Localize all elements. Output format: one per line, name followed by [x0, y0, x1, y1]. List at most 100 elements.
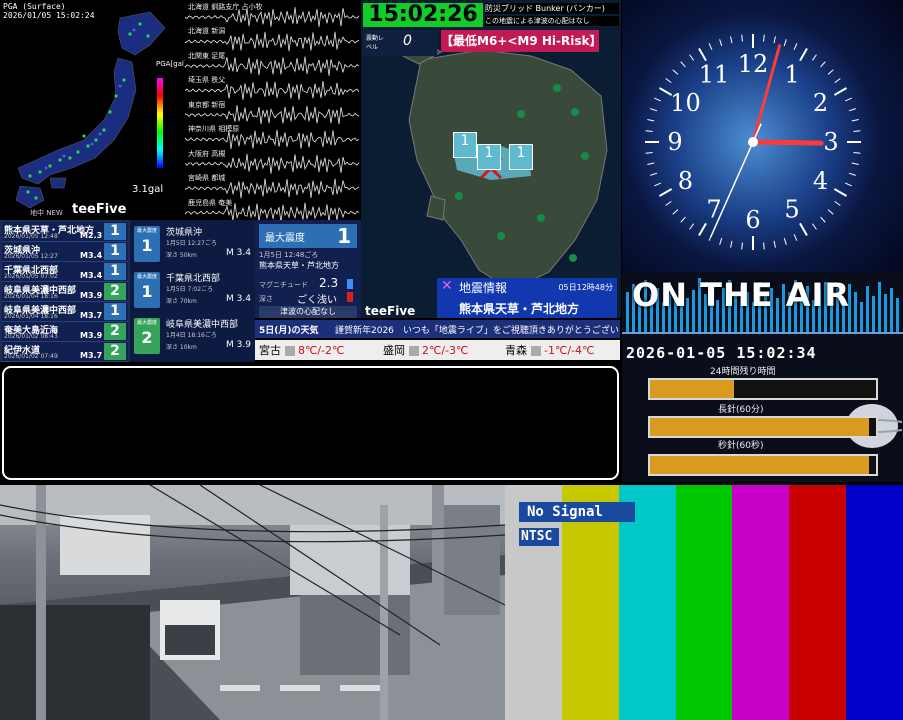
eq-list-row[interactable]: 熊本県天草・芦北地方 2026/01/05 12:48 M2.3 1 — [2, 222, 128, 242]
pga-map-panel: PGA (Surface) 2026/01/05 15:02:24 PGA[ga… — [0, 0, 185, 220]
pga-unit: PGA[gal] — [156, 60, 185, 68]
eq-detail-item[interactable]: 最大震度 2 岐阜県美濃中西部 1月4日 18:16ごろ 深さ 10km M 3.9 — [132, 314, 253, 359]
eq-list-row[interactable]: 岐阜県美濃中西部 2026/01/04 18:16 M3.9 2 — [2, 282, 128, 302]
eq-list-row[interactable]: 奄美大島近海 2026/01/02 08:43 M3.9 2 — [2, 322, 128, 342]
eq-detail-region: 岐阜県美濃中西部 — [166, 320, 239, 330]
color-bar — [846, 485, 903, 720]
clock-tick — [708, 43, 713, 50]
clock-tick — [719, 237, 723, 245]
clock-tick — [763, 34, 765, 42]
clock-tick — [820, 216, 826, 223]
shindo-value: 1 — [141, 282, 153, 301]
clock-tick — [719, 39, 723, 47]
shindo-value: 1 — [141, 236, 153, 255]
station-label: 大阪府 高槻 — [188, 149, 226, 158]
clock-tick — [650, 108, 658, 112]
station-label: 北関東 足尾 — [188, 51, 226, 60]
clock-tick — [730, 240, 733, 248]
eq-list-row[interactable]: 茨城県沖 2026/01/05 12:27 M3.4 1 — [2, 242, 128, 262]
eq-magnitude: M3.7 — [80, 311, 103, 320]
clock-tick — [799, 222, 808, 237]
clock-numeral: 8 — [678, 167, 693, 195]
kyushu-logo: teeFive — [365, 304, 416, 318]
shindo-label: 最大震度 — [136, 320, 157, 326]
eq-detail-item[interactable]: 最大震度 1 千葉県北西部 1月5日 7:02ごろ 深さ 70km M 3.4 — [132, 268, 253, 313]
clock-numeral: 9 — [667, 128, 682, 156]
eq-time: 2026/01/05 07:02 — [4, 273, 58, 280]
clock-tick — [773, 36, 776, 44]
eq-list-row[interactable]: 岐阜県美濃中西部 2026/01/04 18:16 M3.7 1 — [2, 302, 128, 322]
eq-time: 2026/01/05 12:27 — [4, 253, 58, 260]
clock-tick — [645, 130, 653, 132]
eq-detail-time: 1月5日 12:27ごろ — [166, 240, 217, 247]
clock-tick — [853, 152, 861, 154]
clock-tick — [698, 222, 707, 237]
message-box — [2, 366, 619, 480]
max-intensity-time: 1月5日 12:48ごろ — [259, 251, 319, 259]
station-label: 北海道 釧路支庁 占小牧 — [188, 3, 263, 11]
hour-hand — [750, 139, 824, 146]
city-temp: 2℃/-3℃ — [422, 344, 469, 357]
level-box: 震動レベル 0 — [363, 30, 437, 56]
clock-tick — [848, 108, 856, 112]
depth-value: ごく浅い — [297, 295, 337, 306]
clock-tick — [689, 223, 695, 230]
color-bar — [789, 485, 848, 720]
cloud-icon — [408, 346, 419, 356]
eq-list-row[interactable]: 紀伊水道 2026/01/02 07:49 M3.7 2 — [2, 342, 128, 362]
camera-scene — [0, 485, 505, 720]
level-value: 0 — [403, 33, 412, 49]
clock-tick — [741, 34, 743, 42]
eq-detail-depth: 深さ 10km — [166, 344, 197, 351]
eq-detail-region: 千葉県北西部 — [166, 274, 221, 284]
clock-tick — [698, 47, 707, 62]
tsunami-note: 津波の心配なし — [259, 306, 357, 318]
clock-tick — [654, 97, 661, 102]
eq-detail-magnitude: M 3.4 — [226, 248, 251, 258]
city-morioka: 盛岡 2℃/-3℃ — [383, 342, 468, 358]
eq-shindo-badge: 2 — [104, 283, 126, 300]
max-intensity-header: 最大震度 1 — [259, 224, 357, 248]
clock-tick — [834, 78, 841, 84]
clock-face: 12 1234567891011 — [645, 34, 861, 250]
progress-second-fill — [650, 456, 870, 474]
clock-tick — [783, 39, 787, 47]
clock-tick — [834, 200, 841, 206]
pga-max-value: 3.1gal — [132, 184, 164, 195]
station-label: 北海道 新潟 — [188, 27, 226, 36]
clock-tick — [647, 119, 655, 122]
clock-numeral: 5 — [784, 196, 799, 224]
max-intensity-value: 1 — [337, 224, 351, 248]
clock-tick — [793, 234, 798, 241]
on-air-datetime: 2026-01-05 15:02:34 — [626, 344, 817, 362]
eq-detail-item[interactable]: 最大震度 1 茨城県沖 1月5日 12:27ごろ 深さ 50km M 3.4 — [132, 222, 253, 267]
bar-label-second: 秒針(60秒) — [718, 441, 764, 451]
clock-numeral: 1 — [784, 60, 799, 88]
eq-shindo-badge: 1 — [104, 223, 126, 240]
clock-tick — [650, 172, 658, 176]
earthquake-history-list: 熊本県天草・芦北地方 2026/01/05 12:48 M2.3 1 茨城県沖 2026/… — [0, 220, 130, 362]
progress-minute — [648, 416, 878, 438]
shindo-badge: 最大震度 2 — [134, 318, 160, 354]
eq-shindo-badge: 2 — [104, 323, 126, 340]
magnitude-label: マグニチュード — [259, 281, 308, 289]
marker-2: 1 — [477, 144, 501, 170]
clock-tick — [811, 223, 817, 230]
divider — [622, 332, 903, 334]
clock-tick — [672, 209, 679, 215]
eq-list-row[interactable]: 千葉県北西部 2026/01/05 07:02 M3.4 1 — [2, 262, 128, 282]
clock-tick — [845, 182, 852, 187]
magnitude-badge — [347, 279, 353, 289]
weather-cities: 宮古 8℃/-2℃ 盛岡 2℃/-3℃ 青森 -1℃/-4℃ — [255, 340, 620, 360]
clock-tick — [820, 61, 826, 68]
eq-magnitude: M2.3 — [80, 231, 103, 240]
tsunami-note: この地震による津波の心配はなし — [485, 16, 619, 26]
kyushu-map-panel: 15:02:26 防災ブリッド Bunker (バンカー) この地震による津波の… — [361, 0, 621, 318]
seismogram-panel: 北海道 釧路支庁 占小牧 北海道 新潟 北関東 足尾 埼玉県 秩父 東京都 新宿 神奈川県… — [185, 0, 360, 220]
clock-tick — [811, 54, 817, 61]
weather-date: 5日(月)の天気 — [259, 326, 319, 336]
depth-badge — [347, 292, 353, 302]
analog-clock-panel: 12 1 2 3 4 5 6 7 8 9 10 11 — [622, 0, 903, 272]
weather-ticker: 謹賀新年2026 いつも「地震ライブ」をご視聴頂きありがとうございます! — [335, 326, 620, 336]
shindo-badge: 最大震度 1 — [134, 226, 160, 262]
